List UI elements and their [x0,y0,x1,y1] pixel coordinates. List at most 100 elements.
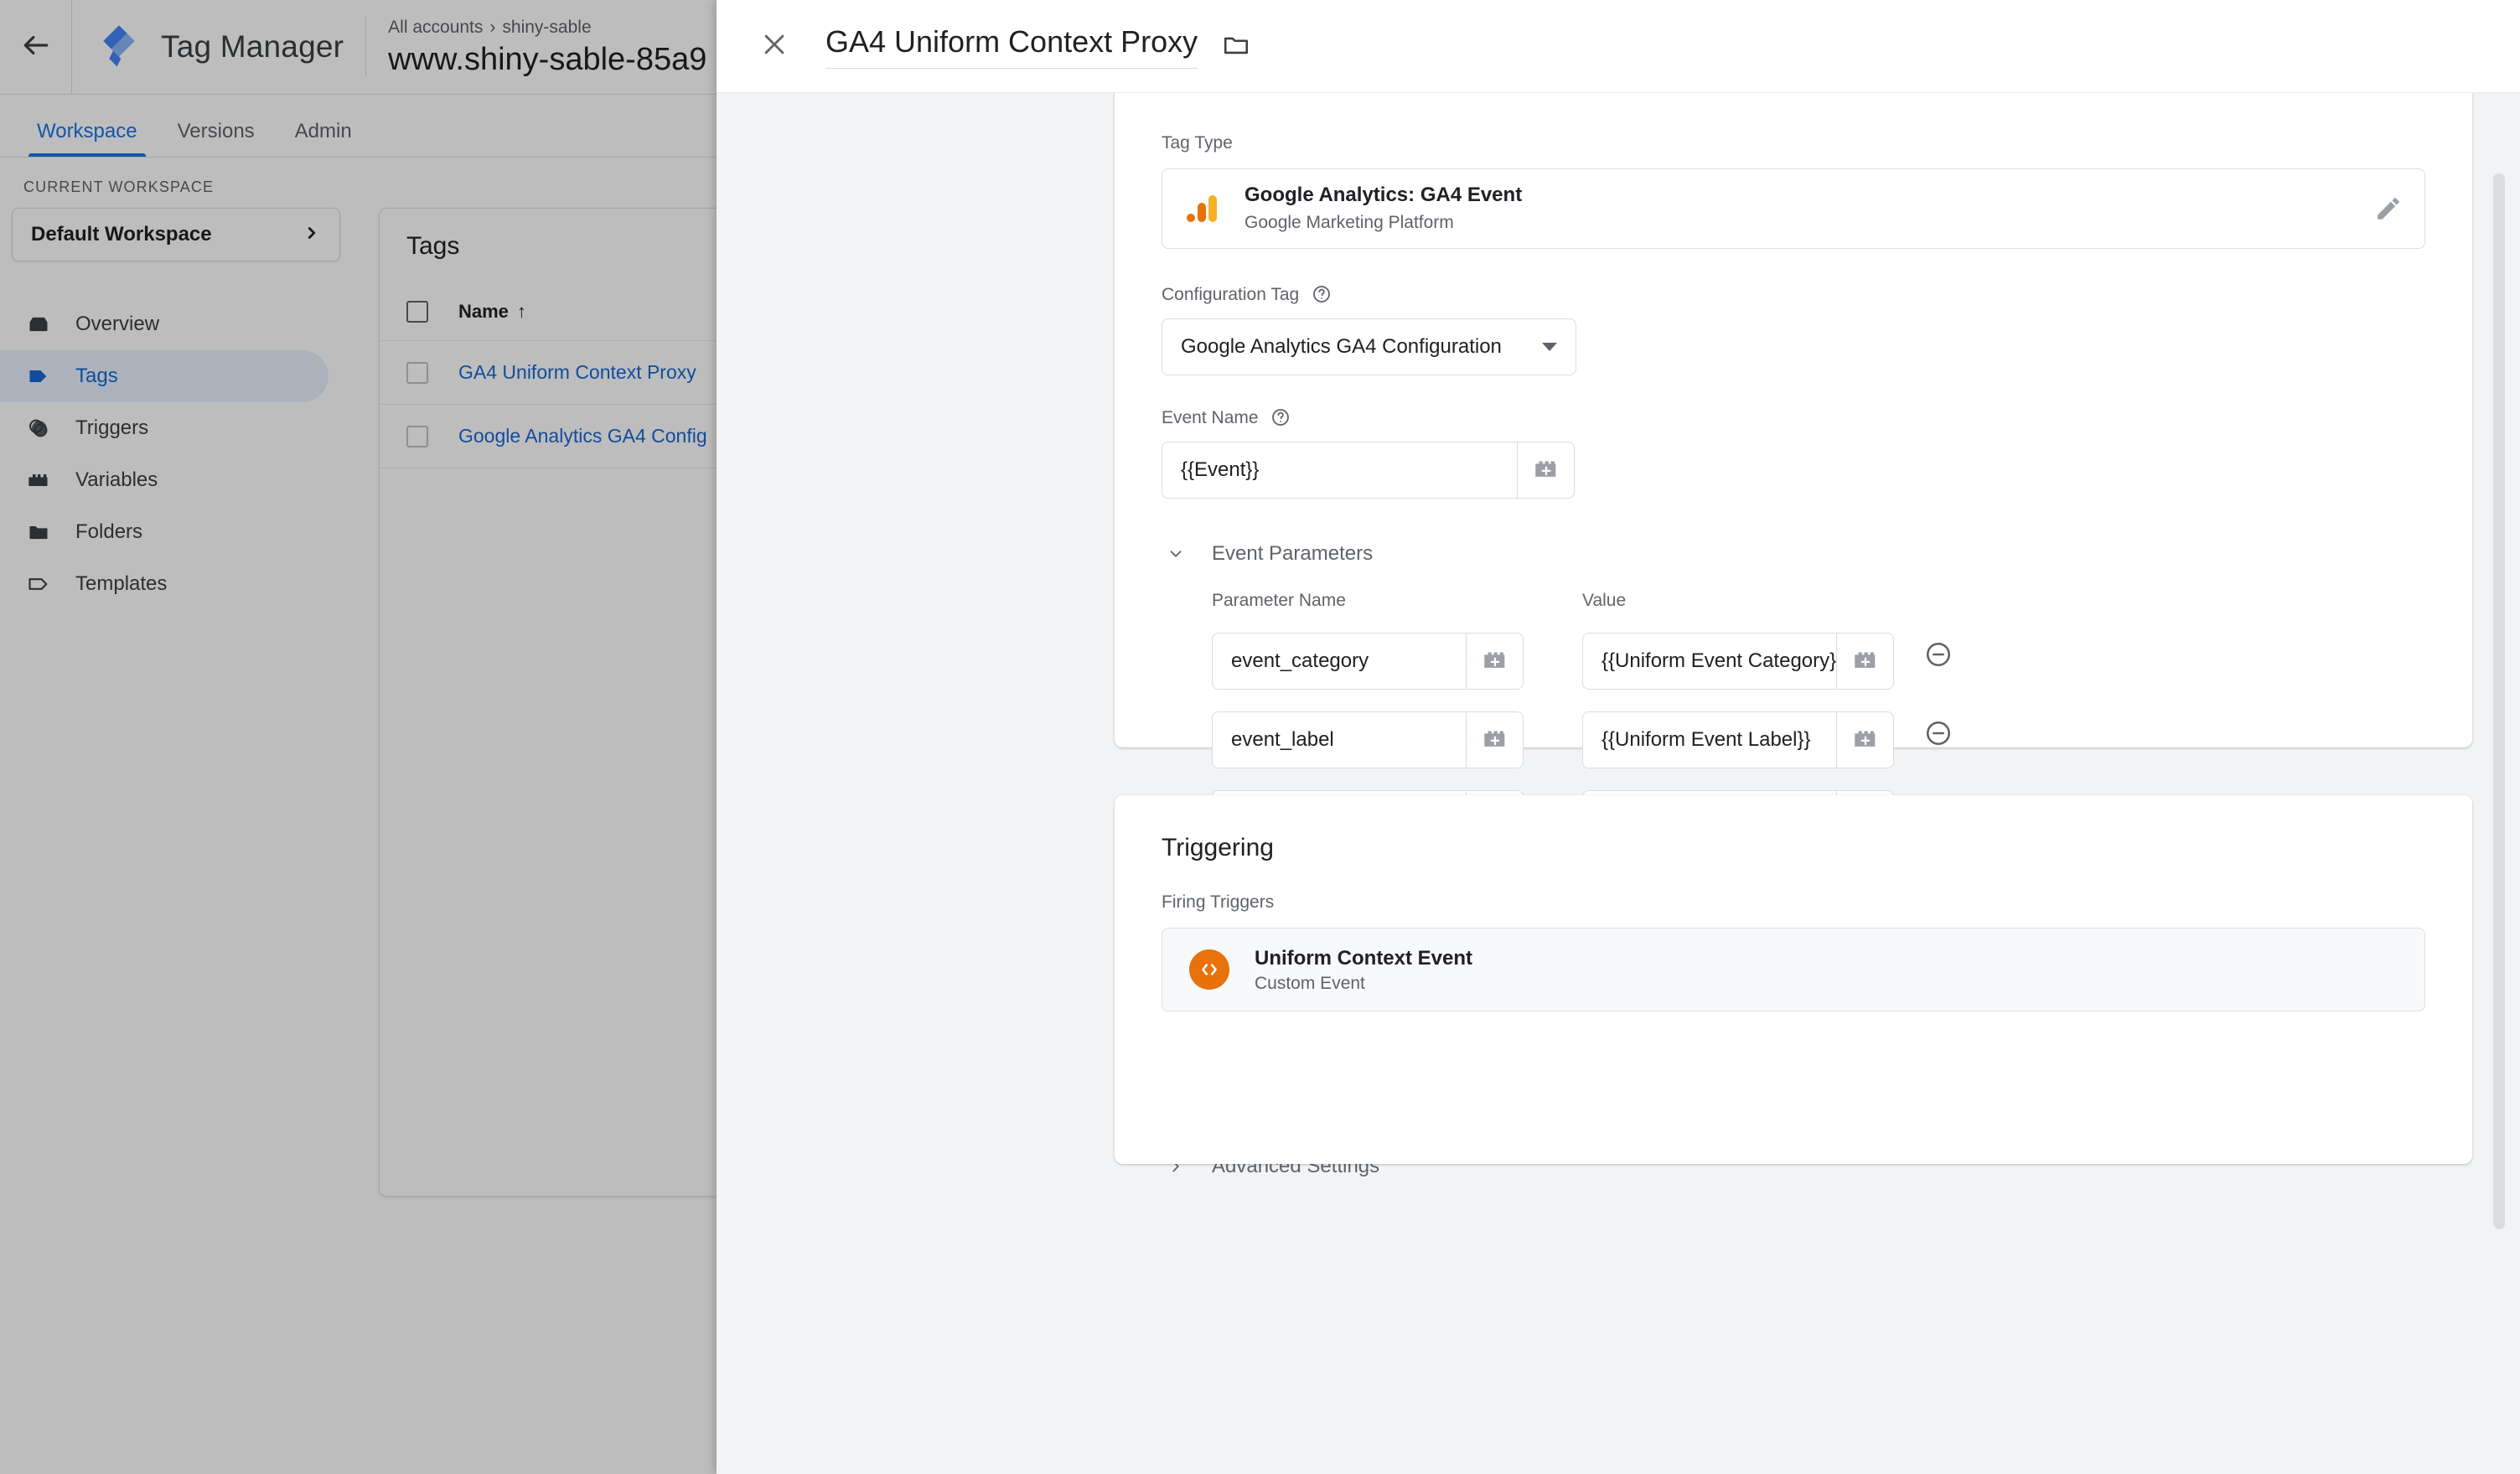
workspace-selector[interactable]: Default Workspace [12,208,340,261]
remove-circle-icon[interactable] [1924,719,1953,747]
column-header-parameter-name: Parameter Name [1212,591,1346,610]
variable-picker-icon [1481,645,1509,678]
help-icon[interactable] [1312,284,1332,304]
scrollbar-thumb[interactable] [2493,173,2505,1229]
event-name-input[interactable]: {{Event}} [1162,442,1517,498]
tag-name-input[interactable]: GA4 Uniform Context Proxy [825,24,1198,69]
row-checkbox[interactable] [406,425,428,447]
container-name: www.shiny-sable-85a9 [388,42,707,77]
configuration-tag-field: Configuration Tag Google Analytics GA4 C… [1162,284,2425,375]
chevron-right-icon [303,224,321,246]
folder-icon [23,520,54,544]
variable-picker-button[interactable] [1517,442,1574,498]
sidebar-item-triggers[interactable]: Triggers [0,402,329,454]
variable-picker-button[interactable] [1836,634,1893,689]
pencil-icon[interactable] [2374,194,2403,223]
triggers-icon [23,416,54,440]
account-breadcrumb: All accounts › shiny-sable [388,14,706,41]
tag-type-box[interactable]: Google Analytics: GA4 Event Google Marke… [1162,168,2425,249]
variable-picker-button[interactable] [1466,634,1523,689]
breadcrumb-account-name[interactable]: shiny-sable [502,18,591,37]
trigger-type: Custom Event [1255,973,1365,993]
triggering-card: Triggering Firing Triggers Uniform Conte… [1115,795,2472,1164]
tag-manager-logo-icon [96,23,142,70]
tag-configuration-card: Tag Type Google Analytics: GA4 Event Goo… [1115,93,2472,1177]
sidebar-item-label: Overview [75,313,160,335]
account-selector[interactable]: All accounts › shiny-sable www.shiny-sable… [388,14,706,80]
sidebar-item-folders[interactable]: Folders [0,506,329,558]
parameter-value-cell: {{Uniform Event Category}} [1582,619,1894,690]
parameter-name-input-combo: event_label [1212,711,1524,768]
tag-type-text: Google Analytics: GA4 Event Google Marke… [1244,183,2374,235]
configuration-tag-label: Configuration Tag [1162,285,1300,304]
event-parameters-label: Event Parameters [1212,542,1374,565]
variable-picker-icon [1851,645,1880,678]
brand-name: Tag Manager [161,29,344,64]
sidebar-item-tags[interactable]: Tags [0,350,329,402]
workspace-name: Default Workspace [31,223,212,246]
dialog-header: GA4 Uniform Context Proxy [717,0,2520,93]
dialog-scroll-area: Tag Type Google Analytics: GA4 Event Goo… [717,93,2520,1474]
folder-icon [1222,30,1250,63]
triggering-title: Triggering [1162,834,1274,861]
template-icon [23,572,54,596]
close-button[interactable] [748,20,800,72]
remove-circle-icon[interactable] [1924,640,1953,669]
sidebar-item-templates[interactable]: Templates [0,558,329,610]
variable-picker-button[interactable] [1466,712,1523,768]
sidebar-item-variables[interactable]: Variables [0,454,329,506]
event-name-input-combo: {{Event}} [1162,442,1575,499]
parameter-value-input[interactable]: {{Uniform Event Label}} [1583,712,1836,768]
event-parameters-table-header: Parameter Name Value [1212,591,2425,611]
tag-type-label: Tag Type [1162,133,1233,153]
trigger-text: Uniform Context Event Custom Event [1255,946,1472,994]
sidebar: CURRENT WORKSPACE Default Workspace Over… [0,158,352,1474]
parameter-value-input[interactable]: {{Uniform Event Category}} [1583,634,1836,689]
google-analytics-icon [1184,189,1223,228]
tab-versions[interactable]: Versions [158,120,275,157]
breadcrumb-all-accounts[interactable]: All accounts [388,18,483,37]
parameter-value-input-combo: {{Uniform Event Category}} [1582,633,1894,690]
tab-workspace[interactable]: Workspace [17,120,158,157]
dialog-body: Tag Type Google Analytics: GA4 Event Goo… [717,93,2520,1474]
variables-icon [23,468,54,492]
back-button[interactable] [0,0,72,95]
event-parameters-header[interactable]: Event Parameters [1162,542,2425,566]
column-header-name[interactable]: Name ↑ [458,301,526,323]
row-checkbox[interactable] [406,361,428,384]
brand[interactable]: Tag Manager [72,23,344,70]
parameter-name-input[interactable]: event_label [1213,712,1466,768]
parameter-name-cell: event_label [1212,698,1524,768]
configuration-tag-select[interactable]: Google Analytics GA4 Configuration [1162,318,1576,375]
variable-picker-button[interactable] [1836,712,1893,768]
sidebar-item-overview[interactable]: Overview [0,298,329,350]
sidebar-item-label: Tags [75,365,118,387]
sidebar-nav: Overview Tags Triggers Variables Folders… [0,298,352,610]
variable-picker-icon [1851,724,1880,757]
sort-ascending-icon: ↑ [516,300,526,322]
trigger-item[interactable]: Uniform Context Event Custom Event [1162,928,2425,1011]
overview-icon [23,313,54,336]
back-arrow-icon [20,29,52,65]
code-icon [1189,949,1229,990]
chevron-down-icon [1542,343,1557,351]
chevron-down-icon [1162,545,1190,563]
tag-name-link[interactable]: Google Analytics GA4 Config [458,425,707,447]
sidebar-item-label: Variables [75,468,158,491]
tag-type-name: Google Analytics: GA4 Event [1244,183,1523,206]
sidebar-item-label: Templates [75,572,168,595]
parameter-value-input-combo: {{Uniform Event Label}} [1582,711,1894,768]
variable-picker-icon [1532,454,1560,487]
parameter-name-input[interactable]: event_category [1213,634,1466,689]
tag-name-link[interactable]: GA4 Uniform Context Proxy [458,361,696,384]
help-icon[interactable] [1270,407,1291,427]
sidebar-item-label: Triggers [75,416,149,439]
event-name-field: Event Name {{Event}} [1162,407,2425,499]
select-all-checkbox[interactable] [406,300,428,323]
header-divider [365,17,367,77]
move-to-folder-button[interactable] [1219,29,1253,63]
scrollbar-track[interactable] [2493,93,2513,1474]
table-row: event_category {{Uniform Event Category}… [1212,619,2425,690]
variable-picker-icon [1481,724,1509,757]
tab-admin[interactable]: Admin [275,120,372,157]
